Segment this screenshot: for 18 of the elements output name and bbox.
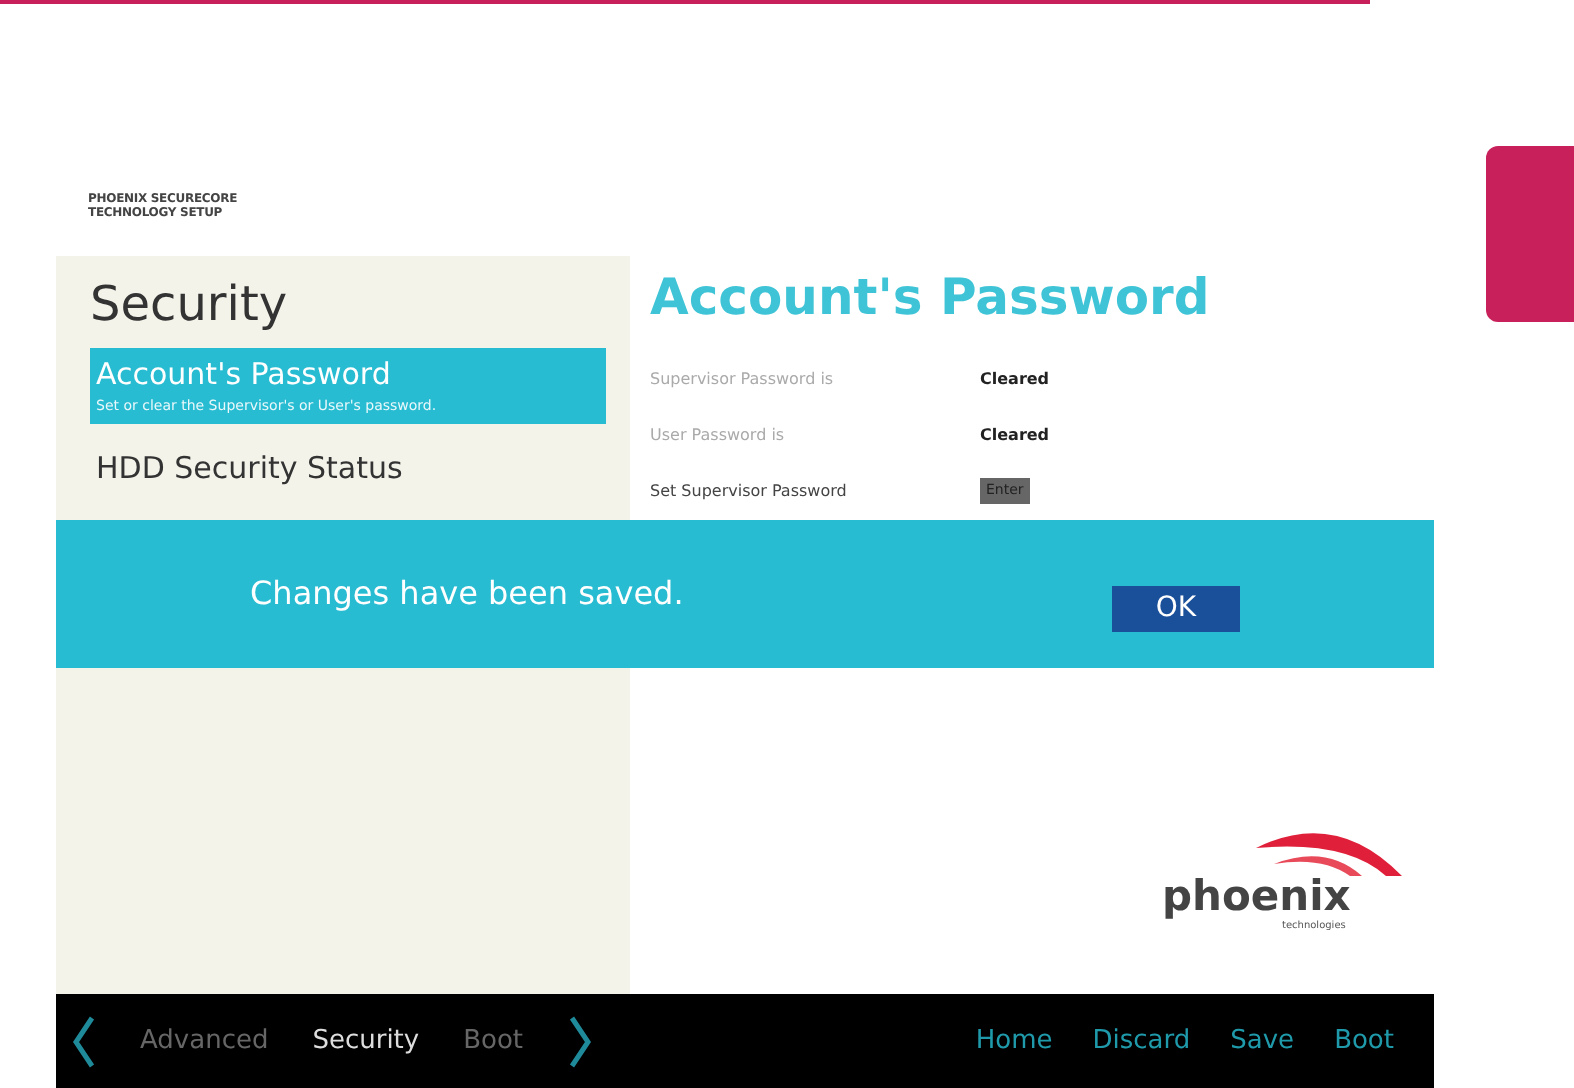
nav-tab[interactable]: Boot <box>463 1021 524 1061</box>
section-title: Security <box>90 274 290 336</box>
field-value: Cleared <box>980 367 1050 391</box>
field-value: Cleared <box>980 423 1050 447</box>
ok-button[interactable]: OK <box>1112 585 1240 631</box>
field-label: Supervisor Password is <box>650 367 836 391</box>
nav-tab[interactable]: Security <box>312 1021 420 1061</box>
logo-text: phoenix <box>1162 876 1351 918</box>
action-link[interactable]: Discard <box>1092 1021 1191 1061</box>
field-label: User Password is <box>650 423 787 447</box>
action-link[interactable]: Home <box>975 1021 1053 1061</box>
dialog-message: Changes have been saved. <box>250 572 684 616</box>
action-link[interactable]: Save <box>1230 1021 1295 1061</box>
sidebar-item[interactable]: HDD Security Status <box>90 444 606 492</box>
field-label: Set Supervisor Password <box>650 479 849 503</box>
nav-tab[interactable]: Advanced <box>140 1021 269 1061</box>
action-link[interactable]: Boot <box>1334 1021 1394 1061</box>
page-title: Account's Password <box>650 266 1212 330</box>
